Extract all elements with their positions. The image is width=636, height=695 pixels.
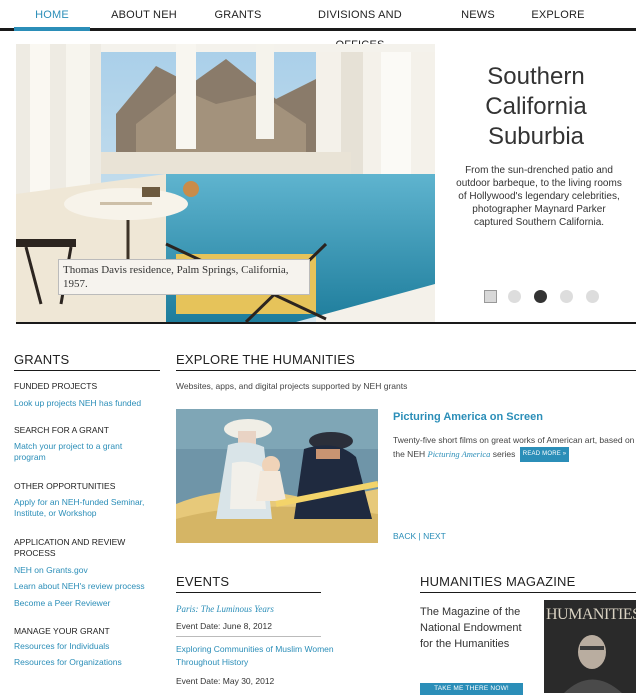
grants-link-neh-grants-gov[interactable]: NEH on Grants.gov [14,565,164,576]
grants-link-look-up-projects[interactable]: Look up projects NEH has funded [14,398,164,409]
grants-category-application-review: APPLICATION AND REVIEW PROCESS [14,537,126,558]
grants-link-match-project[interactable]: Match your project to a grant program [14,441,144,463]
grants-link-peer-reviewer[interactable]: Become a Peer Reviewer [14,598,164,609]
feature-description-series-link[interactable]: Picturing America [428,449,491,459]
grants-heading: GRANTS [14,352,70,367]
feature-image-boating-party[interactable] [176,409,378,543]
magazine-description: The Magazine of the National Endowment f… [420,606,522,650]
read-more-button[interactable]: READ MORE » [519,447,570,462]
event-title-paris[interactable]: Paris: The Luminous Years [176,603,274,616]
nav-explore[interactable]: EXPLORE [518,0,598,28]
hero-text-panel: Southern California Suburbia From the su… [436,44,636,322]
grants-category-manage-grant: MANAGE YOUR GRANT [14,626,110,636]
event-title-muslim-women[interactable]: Exploring Communities of Muslim Women Th… [176,643,366,669]
magazine-cover-portrait [564,635,622,693]
events-rule [176,592,321,593]
grants-category-other-opportunities: OTHER OPPORTUNITIES [14,481,116,491]
events-heading: EVENTS [176,574,230,589]
slide-pager [484,290,624,304]
explore-subtitle: Websites, apps, and digital projects sup… [176,381,408,391]
explore-heading: EXPLORE THE HUMANITIES [176,352,355,367]
slide-dot-1[interactable] [484,290,497,303]
slide-dot-2[interactable] [508,290,521,303]
next-link[interactable]: NEXT [423,531,446,541]
nav-home[interactable]: HOME [14,0,90,28]
nav-divisions-and-offices[interactable]: DIVISIONS AND OFFICES [292,0,428,51]
event-divider [176,636,321,637]
main-nav: HOME ABOUT NEH GRANTS DIVISIONS AND OFFI… [0,0,636,51]
nav-news[interactable]: NEWS [448,0,508,28]
grants-link-apply-seminar[interactable]: Apply for an NEH-funded Seminar, Institu… [14,497,162,519]
feature-title-link[interactable]: Picturing America on Screen [393,411,543,423]
grants-category-search: SEARCH FOR A GRANT [14,425,109,435]
feature-description-tail: series [490,448,516,459]
nav-about-neh[interactable]: ABOUT NEH [104,0,184,28]
nav-active-indicator [14,27,90,31]
slide-dot-5[interactable] [586,290,599,303]
explore-rule [176,370,636,371]
slide-dot-4[interactable] [560,290,573,303]
feature-description: Twenty-five short films on great works o… [393,434,636,462]
magazine-rule [420,592,636,593]
slide-dot-3[interactable] [534,290,547,303]
magazine-heading: HUMANITIES MAGAZINE [420,574,576,589]
feature-pager: BACK | NEXT [393,531,446,541]
feature-image-illustration [176,409,378,543]
event-date-muslim-women: Event Date: May 30, 2012 [176,676,275,686]
hero-photo-patio-pool[interactable]: Thomas Davis residence, Palm Springs, Ca… [16,44,435,322]
hero-slideshow: Thomas Davis residence, Palm Springs, Ca… [16,44,636,324]
hero-photo-caption: Thomas Davis residence, Palm Springs, Ca… [58,259,310,295]
take-me-there-button[interactable]: TAKE ME THERE NOW! [420,683,523,695]
event-date-paris: Event Date: June 8, 2012 [176,621,272,631]
magazine-cover-image[interactable]: HUMANITIES [544,600,636,693]
grants-link-resources-individuals[interactable]: Resources for Individuals [14,641,164,652]
grants-rule [14,370,160,371]
nav-grants[interactable]: GRANTS [206,0,270,28]
hero-description: From the sun-drenched patio and outdoor … [456,165,622,228]
hero-title[interactable]: Southern California Suburbia [436,62,636,152]
back-link[interactable]: BACK [393,531,416,541]
grants-link-review-process[interactable]: Learn about NEH's review process [14,581,164,592]
grants-link-resources-organizations[interactable]: Resources for Organizations [14,657,164,668]
grants-category-funded-projects: FUNDED PROJECTS [14,381,98,391]
